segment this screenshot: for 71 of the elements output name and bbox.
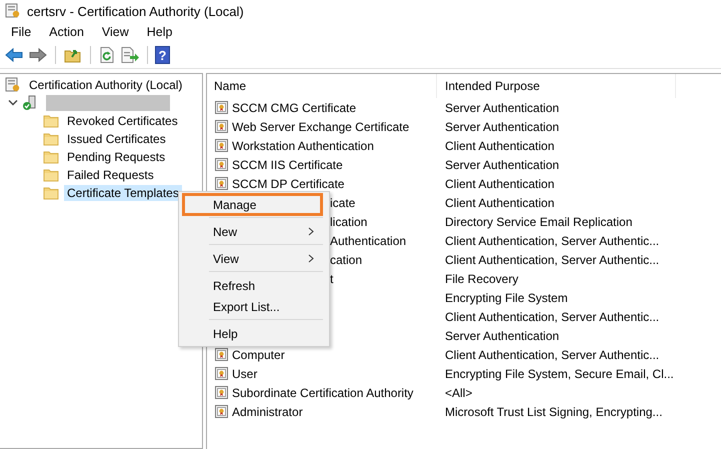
chevron-icon[interactable] bbox=[8, 99, 18, 107]
table-cell: <All> bbox=[445, 386, 472, 400]
table-cell: Microsoft Trust List Signing, Encrypting... bbox=[445, 404, 662, 418]
tree-item[interactable]: Failed Requests bbox=[64, 167, 157, 183]
folder-icon bbox=[43, 114, 59, 128]
window-title: certsrv - Certification Authority (Local) bbox=[27, 4, 244, 18]
menu-item[interactable]: New bbox=[182, 221, 323, 242]
table-cell: lication bbox=[330, 214, 368, 228]
menu-item[interactable]: Refresh bbox=[182, 275, 323, 296]
table-cell: File Recovery bbox=[445, 272, 518, 286]
certificate-icon bbox=[214, 138, 229, 153]
table-cell: Computer bbox=[232, 348, 285, 362]
table-cell: Web Server Exchange Certificate bbox=[232, 120, 410, 134]
tree-item[interactable]: Certification Authority (Local) bbox=[26, 77, 186, 93]
certificate-icon bbox=[214, 157, 229, 172]
column-header[interactable]: Name bbox=[207, 74, 436, 98]
table-cell: Client Authentication bbox=[445, 176, 554, 190]
table-cell: Client Authentication, Server Authentic... bbox=[445, 310, 660, 324]
table-cell: User bbox=[232, 366, 258, 380]
certificate-icon bbox=[214, 404, 229, 419]
certificate-authority-icon bbox=[5, 77, 21, 93]
table-cell: Server Authentication bbox=[445, 120, 560, 134]
table-cell: Client Authentication bbox=[445, 138, 554, 152]
help-button[interactable]: ? bbox=[155, 46, 170, 64]
tree-item[interactable]: Pending Requests bbox=[64, 149, 168, 165]
tree-item[interactable]: Revoked Certificates bbox=[64, 113, 181, 129]
table-cell: cation bbox=[330, 252, 362, 266]
table-cell: Client Authentication, Server Authentic... bbox=[445, 348, 660, 362]
menu-item[interactable]: File bbox=[4, 25, 38, 39]
menu-item[interactable]: View bbox=[182, 248, 323, 269]
certificate-icon bbox=[214, 366, 229, 381]
folder-icon bbox=[43, 150, 59, 164]
folder-icon bbox=[43, 186, 59, 200]
menu-item[interactable]: Help bbox=[182, 323, 323, 344]
column-header[interactable]: Intended Purpose bbox=[436, 74, 676, 98]
table-cell: Server Authentication bbox=[445, 328, 560, 342]
table-cell: Client Authentication bbox=[445, 196, 554, 210]
table-cell: Administrator bbox=[232, 404, 303, 418]
table-cell: t bbox=[330, 272, 334, 286]
table-cell: Encrypting File System bbox=[445, 290, 568, 304]
table-cell: Client Authentication, Server Authentic... bbox=[445, 252, 660, 266]
table-cell: Client Authentication, Server Authentic... bbox=[445, 234, 660, 248]
table-cell: SCCM DP Certificate bbox=[232, 176, 344, 190]
menu-item[interactable]: Help bbox=[140, 25, 180, 39]
table-cell: Server Authentication bbox=[445, 100, 560, 114]
menu-item[interactable]: Export List... bbox=[182, 296, 323, 317]
refresh-icon[interactable] bbox=[98, 46, 116, 64]
table-cell: icate bbox=[330, 196, 356, 210]
menu-item[interactable]: Manage bbox=[182, 193, 323, 216]
certificate-icon bbox=[214, 100, 229, 115]
certificate-icon bbox=[214, 119, 229, 134]
table-cell: Workstation Authentication bbox=[232, 138, 374, 152]
tree-item[interactable]: Certificate Templates bbox=[64, 185, 182, 201]
certificate-authority-icon bbox=[5, 3, 21, 19]
table-cell: Directory Service Email Replication bbox=[445, 214, 632, 228]
certificate-icon bbox=[214, 385, 229, 400]
forward-arrow-icon[interactable] bbox=[28, 46, 48, 64]
server-icon bbox=[22, 95, 38, 111]
menu-item[interactable]: Action bbox=[42, 25, 91, 39]
folder-icon bbox=[43, 168, 59, 182]
table-cell: Subordinate Certification Authority bbox=[232, 386, 414, 400]
menu-item[interactable]: View bbox=[94, 25, 136, 39]
tree-item[interactable]: Issued Certificates bbox=[64, 131, 169, 147]
table-cell: SCCM CMG Certificate bbox=[232, 100, 356, 114]
table-cell: Authentication bbox=[330, 234, 406, 248]
table-cell: Server Authentication bbox=[445, 158, 560, 172]
back-arrow-icon[interactable] bbox=[4, 46, 24, 64]
table-cell: Encrypting File System, Secure Email, Cl... bbox=[445, 366, 674, 380]
table-cell: SCCM IIS Certificate bbox=[232, 158, 343, 172]
export-list-icon[interactable] bbox=[120, 46, 140, 64]
folder-icon bbox=[43, 132, 59, 146]
